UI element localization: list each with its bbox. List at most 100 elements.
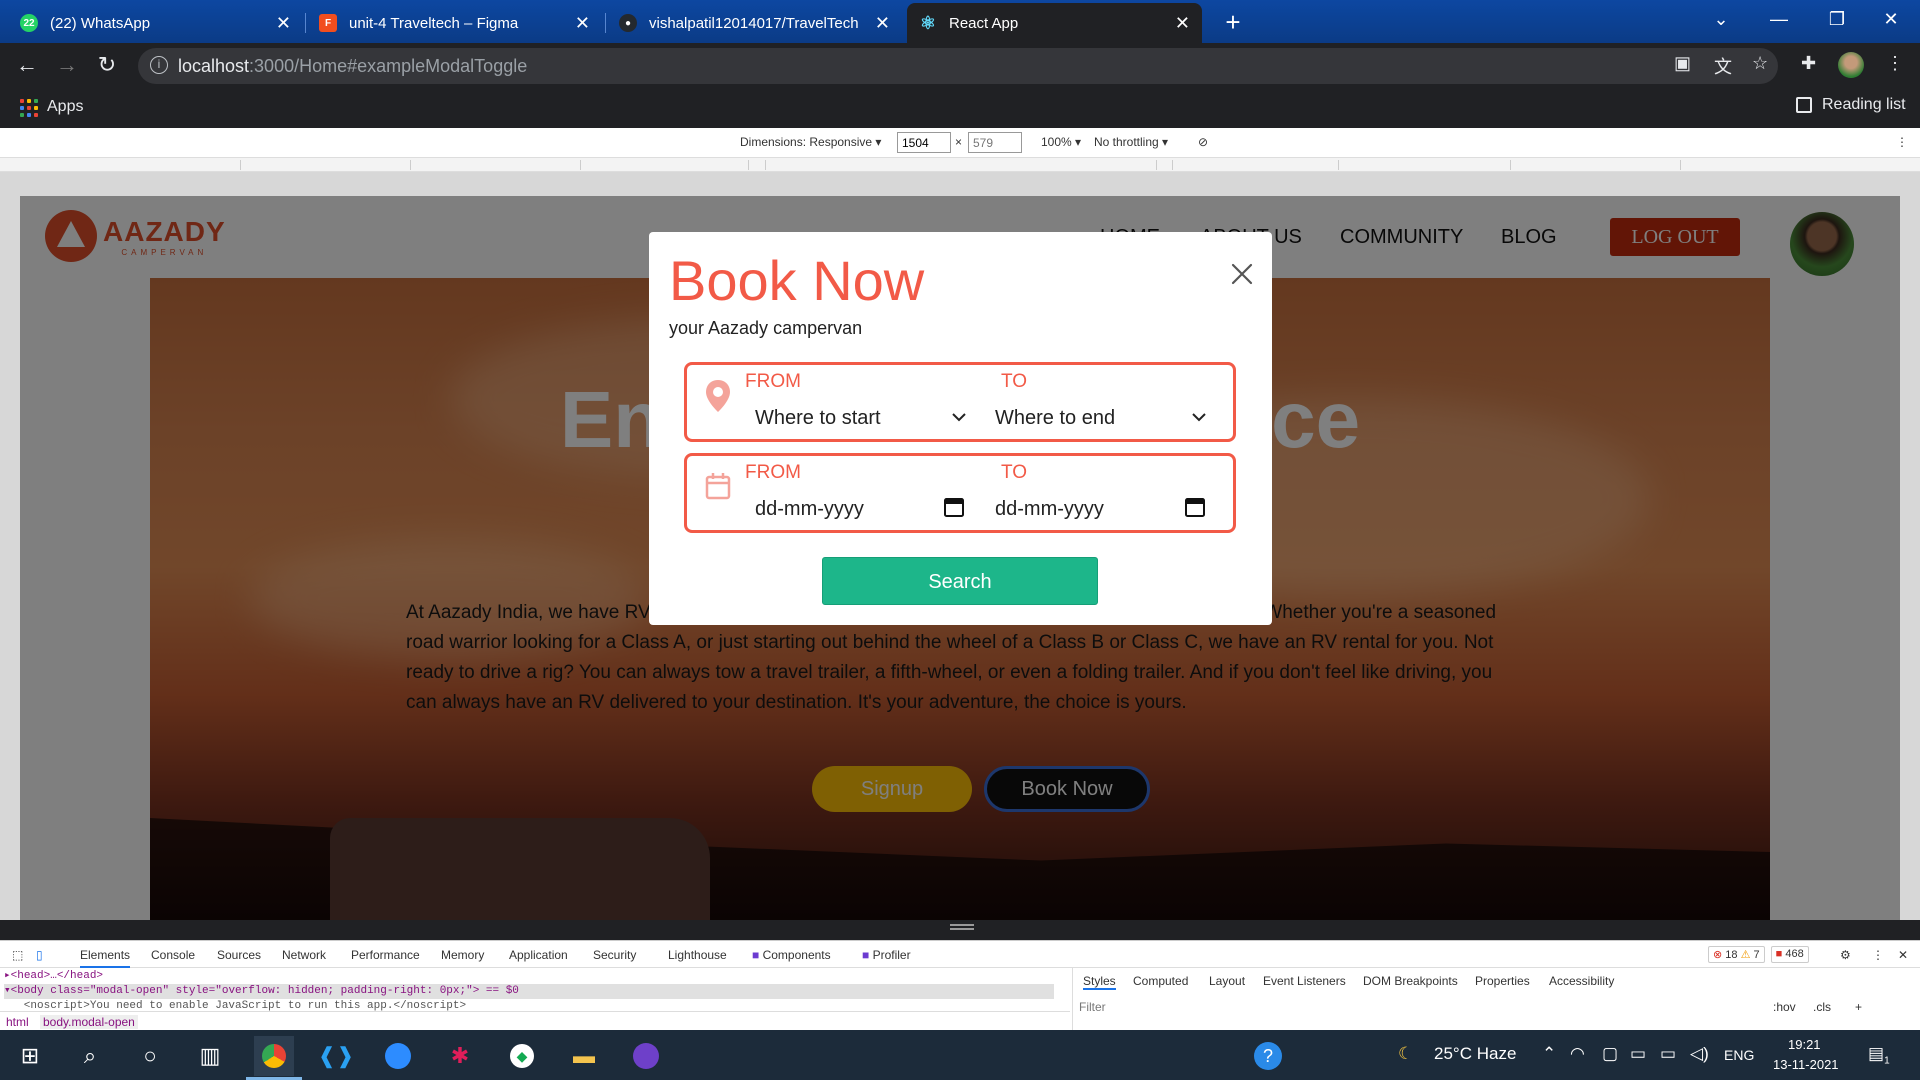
tab-profiler[interactable]: ■ Profiler: [862, 948, 911, 962]
close-icon[interactable]: ✕: [875, 13, 890, 34]
apps-grid-icon[interactable]: [20, 99, 38, 117]
zoom-dropdown[interactable]: 100% ▾: [1041, 135, 1081, 149]
tab-react-app[interactable]: ⚛ React App ✕: [907, 3, 1202, 43]
dimensions-dropdown[interactable]: Dimensions: Responsive ▾: [740, 135, 881, 149]
tab-application[interactable]: Application: [509, 948, 568, 962]
chrome-icon[interactable]: [254, 1036, 294, 1076]
close-icon[interactable]: ✕: [1175, 13, 1190, 34]
tab-elements[interactable]: Elements: [80, 948, 131, 968]
date-picker-icon[interactable]: [943, 496, 965, 518]
task-view-icon[interactable]: ▥: [190, 1036, 230, 1076]
site-info-icon[interactable]: i: [150, 56, 168, 74]
close-icon[interactable]: [1230, 262, 1254, 286]
extensions-icon[interactable]: ✚: [1801, 53, 1816, 74]
from-location-select[interactable]: Where to start: [755, 407, 881, 430]
tab-github[interactable]: ● vishalpatil12014017/TravelTech ✕: [607, 3, 902, 43]
tab-memory[interactable]: Memory: [441, 948, 484, 962]
cortana-icon[interactable]: ○: [130, 1036, 170, 1076]
clock-time[interactable]: 19:21: [1788, 1037, 1821, 1052]
styles-filter-input[interactable]: Filter: [1079, 1000, 1106, 1014]
battery-icon[interactable]: ▭: [1660, 1044, 1676, 1064]
more-options-icon[interactable]: ⋮: [1872, 948, 1884, 962]
tab-components[interactable]: ■ Components: [752, 948, 831, 962]
mongodb-icon[interactable]: ◆: [502, 1036, 542, 1076]
tab-figma[interactable]: F unit-4 Traveltech – Figma ✕: [307, 3, 602, 43]
tab-network[interactable]: Network: [282, 948, 326, 962]
help-icon[interactable]: ?: [1248, 1036, 1288, 1076]
tab-styles[interactable]: Styles: [1083, 974, 1116, 990]
hov-toggle[interactable]: :hov: [1773, 1000, 1796, 1014]
window-close-button[interactable]: ✕: [1862, 0, 1920, 40]
tab-console[interactable]: Console: [151, 948, 195, 962]
tab-whatsapp[interactable]: 22 (22) WhatsApp ✕: [8, 3, 303, 43]
device-toggle-icon[interactable]: ▯: [36, 948, 43, 962]
display-icon[interactable]: ▭: [1630, 1044, 1646, 1064]
tab-computed[interactable]: Computed: [1133, 974, 1188, 988]
menu-icon[interactable]: ⋮: [1886, 53, 1904, 74]
reload-icon[interactable]: ↻: [92, 51, 122, 81]
tab-properties[interactable]: Properties: [1475, 974, 1530, 988]
inspect-icon[interactable]: ⬚: [12, 948, 23, 962]
tab-sources[interactable]: Sources: [217, 948, 261, 962]
tab-event-listeners[interactable]: Event Listeners: [1263, 974, 1346, 988]
back-icon[interactable]: ←: [12, 51, 42, 81]
to-date-input[interactable]: dd-mm-yyyy: [995, 498, 1104, 521]
crumb-body[interactable]: body.modal-open: [40, 1015, 138, 1029]
meet-icon[interactable]: ▢: [1602, 1044, 1618, 1064]
bookmark-star-icon[interactable]: ☆: [1752, 53, 1768, 74]
chevron-up-icon[interactable]: ⌃: [1542, 1044, 1556, 1064]
tab-accessibility[interactable]: Accessibility: [1549, 974, 1614, 988]
restore-button[interactable]: ❐: [1808, 0, 1866, 40]
notifications-icon[interactable]: ▤1: [1868, 1044, 1890, 1066]
file-explorer-icon[interactable]: ▬: [564, 1036, 604, 1076]
new-rule-icon[interactable]: +: [1855, 1000, 1862, 1014]
weather-text[interactable]: 25°C Haze: [1434, 1044, 1516, 1064]
clock-date[interactable]: 13-11-2021: [1773, 1057, 1839, 1072]
close-icon[interactable]: ✕: [276, 13, 291, 34]
chevron-down-icon[interactable]: [1191, 409, 1207, 425]
forward-icon[interactable]: →: [52, 51, 82, 81]
profile-avatar[interactable]: [1838, 52, 1864, 78]
to-location-select[interactable]: Where to end: [995, 407, 1115, 430]
resize-handle[interactable]: [950, 924, 974, 930]
issue-badges[interactable]: ⊗ 18 ⚠ 7 ■ 468: [1708, 946, 1809, 963]
dom-line-body[interactable]: ▾<body class="modal-open" style="overflo…: [4, 984, 1054, 999]
apps-link[interactable]: Apps: [47, 98, 83, 116]
address-bar[interactable]: i localhost:3000/Home#exampleModalToggle: [138, 48, 1778, 84]
zoom-icon[interactable]: [378, 1036, 418, 1076]
settings-gear-icon[interactable]: ⚙: [1840, 948, 1851, 962]
vscode-icon[interactable]: ❰❱: [316, 1036, 356, 1076]
tab-dom-breakpoints[interactable]: DOM Breakpoints: [1363, 974, 1458, 988]
cls-toggle[interactable]: .cls: [1813, 1000, 1831, 1014]
search-button[interactable]: Search: [822, 557, 1098, 605]
viewport-height-input[interactable]: [968, 132, 1022, 153]
minimize-button[interactable]: —: [1750, 0, 1808, 40]
tab-performance[interactable]: Performance: [351, 948, 420, 962]
volume-icon[interactable]: ◁): [1690, 1044, 1709, 1064]
from-date-input[interactable]: dd-mm-yyyy: [755, 498, 864, 521]
tab-search-icon[interactable]: ⌄: [1692, 0, 1750, 40]
new-tab-button[interactable]: +: [1218, 8, 1248, 38]
dom-line-head[interactable]: ▸<head>…</head>: [4, 970, 103, 982]
more-options-icon[interactable]: ⋮: [1896, 135, 1908, 149]
tab-security[interactable]: Security: [593, 948, 636, 962]
rotate-icon[interactable]: ⊘: [1198, 135, 1208, 149]
tab-layout[interactable]: Layout: [1209, 974, 1245, 988]
close-icon[interactable]: ✕: [575, 13, 590, 34]
slack-icon[interactable]: ✱: [440, 1036, 480, 1076]
github-desktop-icon[interactable]: [626, 1036, 666, 1076]
tab-lighthouse[interactable]: Lighthouse: [668, 948, 727, 962]
network-icon[interactable]: ◠: [1570, 1044, 1585, 1064]
cast-icon[interactable]: ▣: [1674, 53, 1691, 74]
windows-start-icon[interactable]: ⊞: [10, 1036, 50, 1076]
viewport-width-input[interactable]: [897, 132, 951, 153]
chevron-down-icon[interactable]: [951, 409, 967, 425]
search-icon[interactable]: ⌕: [70, 1036, 110, 1076]
close-icon[interactable]: ✕: [1898, 948, 1908, 962]
language-indicator[interactable]: ENG: [1724, 1047, 1754, 1063]
throttling-dropdown[interactable]: No throttling ▾: [1094, 135, 1168, 149]
date-picker-icon[interactable]: [1184, 496, 1206, 518]
reading-list-button[interactable]: Reading list: [1796, 96, 1906, 114]
translate-icon[interactable]: 文: [1714, 53, 1732, 79]
crumb-html[interactable]: html: [6, 1015, 29, 1029]
